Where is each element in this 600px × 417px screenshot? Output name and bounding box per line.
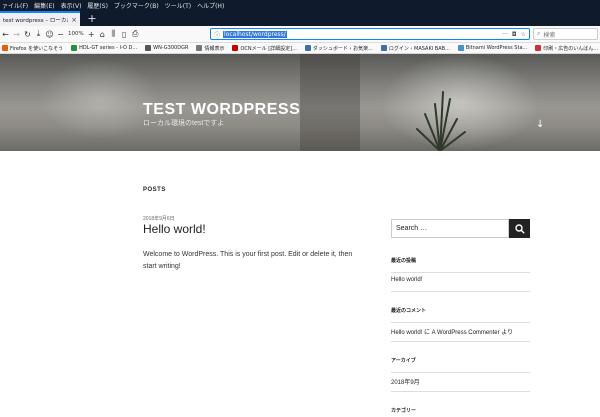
bookmark-star-icon[interactable]: ☆ <box>521 31 526 38</box>
bookmark-favicon-icon <box>304 45 311 51</box>
bookmark-item[interactable]: WN-G300DGR <box>145 45 188 51</box>
zoom-out-icon[interactable]: − <box>55 28 66 41</box>
info-icon[interactable]: ⓘ <box>214 30 220 39</box>
menu-help[interactable]: ヘルプ(H) <box>197 1 224 10</box>
site-description: ローカル環境のtestですよ <box>143 120 225 127</box>
post-title[interactable]: Hello world! <box>143 222 206 236</box>
recent-posts-heading: 最近の投稿 <box>391 258 417 264</box>
search-icon: ⌕ <box>537 30 541 37</box>
plant-image <box>416 91 466 151</box>
tab-bar: test wordpress – ローカル環境のtest × + <box>0 10 600 26</box>
back-icon[interactable]: ← <box>0 28 11 41</box>
sidebar-search: Search … <box>391 219 530 238</box>
close-tab-icon[interactable]: × <box>71 16 77 24</box>
bookmark-favicon-icon <box>71 45 78 51</box>
bookmark-item[interactable]: Firefox を使いこなそう <box>2 45 63 52</box>
pocket-icon[interactable]: ◘ <box>512 31 517 38</box>
url-text[interactable]: localhost/wordpress/ <box>223 30 287 38</box>
menu-view[interactable]: 表示(V) <box>61 1 82 10</box>
menu-bar: ァイル(F) 編集(E) 表示(V) 履歴(S) ブックマーク(B) ツール(T… <box>0 0 600 10</box>
bookmark-label: 情報表示 <box>204 45 225 52</box>
bookmark-label: WN-G300DGR <box>153 45 189 51</box>
bookmark-favicon-icon <box>535 45 542 51</box>
sidebar-icon[interactable]: ▯ <box>119 28 130 41</box>
recent-post-link[interactable]: Hello world! <box>391 274 530 283</box>
print-icon[interactable]: ⎙ <box>130 28 141 41</box>
navigation-toolbar: ← → ↻ ⤓ ☺ − 100% + ⌂ ⫼ ▯ ⎙ ⓘ localhost/w… <box>0 26 600 43</box>
bookmark-item[interactable]: 情報表示 <box>196 45 224 52</box>
recent-comments-heading: 最近のコメント <box>391 308 427 314</box>
bookmark-favicon-icon <box>2 45 8 51</box>
site-title[interactable]: TEST WORDPRESS <box>143 101 300 119</box>
bookmark-favicon-icon <box>196 45 203 51</box>
menu-tools[interactable]: ツール(T) <box>165 1 191 10</box>
reload-icon[interactable]: ↻ <box>22 28 33 41</box>
tab-title: test wordpress – ローカル環境のtest <box>3 17 68 24</box>
bookmark-favicon-icon <box>457 45 464 51</box>
archives-heading: アーカイブ <box>391 358 416 364</box>
divider <box>391 291 530 292</box>
bookmark-item[interactable]: Bitnami WordPress Sta... <box>457 45 528 51</box>
account-icon[interactable]: ☺ <box>44 28 55 41</box>
archive-link[interactable]: 2018年9月 <box>391 374 530 386</box>
bookmark-label: ダッシュボード ‹ お気楽... <box>312 45 373 52</box>
page-actions-icon[interactable]: ··· <box>502 31 508 38</box>
divider <box>391 372 530 373</box>
bookmark-label: HDL-GT series - I-O D... <box>79 45 138 51</box>
search-button[interactable] <box>509 219 530 238</box>
categories-heading: カテゴリー <box>391 408 417 414</box>
search-input[interactable]: Search … <box>391 219 509 238</box>
menu-bookmarks[interactable]: ブックマーク(B) <box>114 1 159 10</box>
bookmark-label: ログイン ‹ MASAKI BAB... <box>388 45 450 52</box>
bookmark-label: Firefox を使いこなそう <box>10 45 64 52</box>
library-icon[interactable]: ⫼ <box>108 28 119 41</box>
zoom-in-icon[interactable]: + <box>86 28 97 41</box>
tab-active[interactable]: test wordpress – ローカル環境のtest × <box>0 11 80 26</box>
bookmark-item[interactable]: HDL-GT series - I-O D... <box>71 45 137 51</box>
post-date[interactable]: 2018年9月6日 <box>143 215 175 222</box>
search-icon <box>514 223 525 234</box>
post-body: Welcome to WordPress. This is your first… <box>143 251 353 270</box>
bookmark-label: Bitnami WordPress Sta... <box>465 45 528 51</box>
search-bar[interactable]: ⌕ 検索 <box>533 28 598 40</box>
bookmark-favicon-icon <box>145 45 152 51</box>
bookmark-item[interactable]: OCNメール [詳細設定]... <box>232 45 297 52</box>
bookmark-item[interactable]: 印刷・広告のいんばん... <box>535 45 598 52</box>
forward-icon[interactable]: → <box>11 28 22 41</box>
menu-edit[interactable]: 編集(E) <box>34 1 54 10</box>
bookmark-label: OCNメール [詳細設定]... <box>240 45 297 52</box>
new-tab-button[interactable]: + <box>84 11 100 26</box>
url-bar[interactable]: ⓘ localhost/wordpress/ ··· ◘ ☆ <box>210 28 530 40</box>
menu-history[interactable]: 履歴(S) <box>87 1 108 10</box>
divider <box>391 322 530 323</box>
menu-file[interactable]: ァイル(F) <box>2 1 28 10</box>
bookmark-label: 印刷・広告のいんばん... <box>543 45 599 52</box>
zoom-level[interactable]: 100% <box>66 31 86 37</box>
bookmarks-toolbar: Firefox を使いこなそう HDL-GT series - I-O D... W… <box>0 43 600 54</box>
bookmark-favicon-icon <box>232 45 239 51</box>
divider <box>391 391 530 392</box>
download-icon[interactable]: ⤓ <box>33 28 44 41</box>
divider <box>391 341 530 342</box>
arrow-down-icon[interactable]: ↓ <box>536 119 544 130</box>
recent-comment-link[interactable]: Hello world! に A WordPress Commenter より <box>391 324 530 336</box>
bookmark-item[interactable]: ログイン ‹ MASAKI BAB... <box>380 45 450 52</box>
search-bar-placeholder: 検索 <box>543 31 556 39</box>
divider <box>391 272 530 273</box>
posts-heading: POSTS <box>143 187 166 193</box>
bookmark-item[interactable]: ダッシュボード ‹ お気楽... <box>304 45 373 52</box>
bookmark-favicon-icon <box>380 45 387 51</box>
home-icon[interactable]: ⌂ <box>97 28 108 41</box>
